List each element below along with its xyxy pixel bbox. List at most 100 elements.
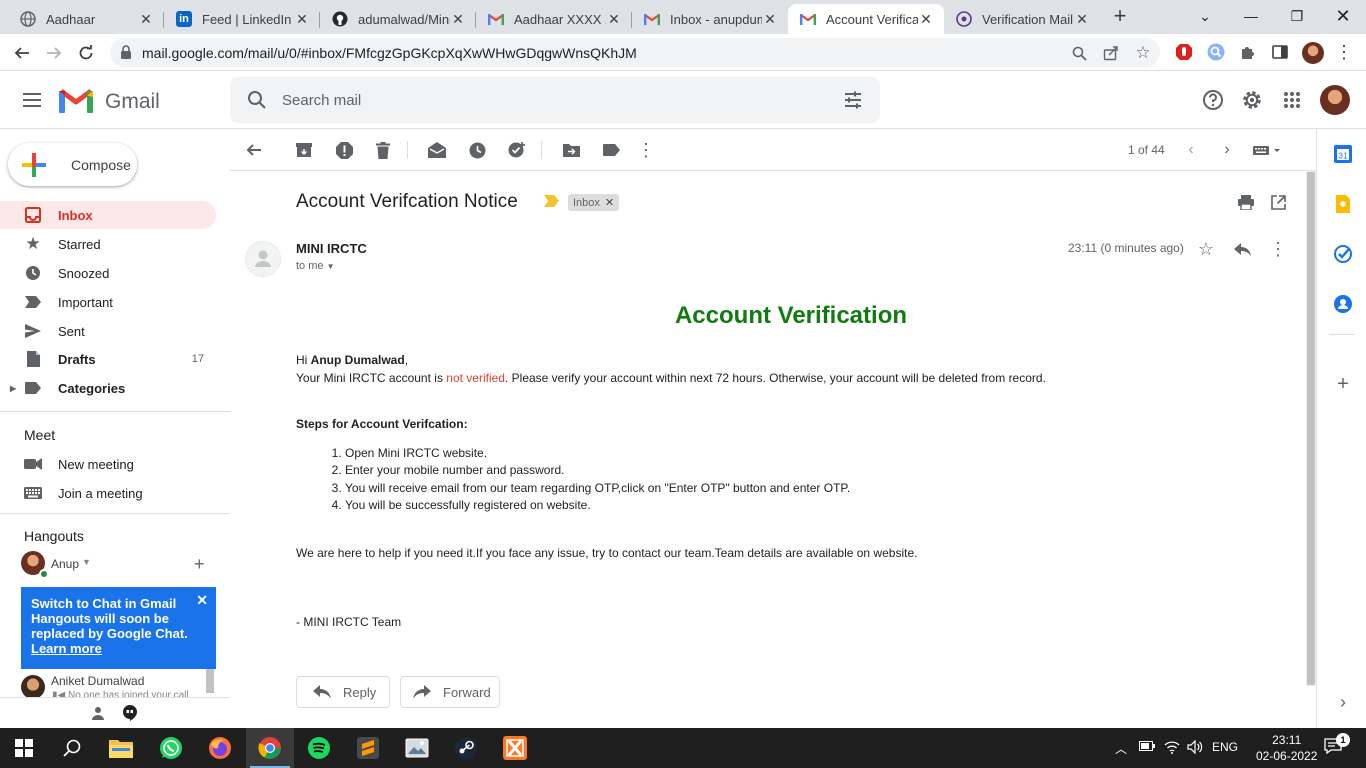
person-icon[interactable] xyxy=(91,706,105,723)
learn-more-link[interactable]: Learn more xyxy=(31,641,206,656)
omnibox[interactable]: mail.google.com/mail/u/0/#inbox/FMfcgzGp… xyxy=(110,38,1160,67)
lens-extension-icon[interactable] xyxy=(1206,42,1226,62)
more-options-icon[interactable]: ⋮ xyxy=(636,140,656,160)
forward-button[interactable] xyxy=(41,40,67,66)
tray-chevron-icon[interactable]: ︿ xyxy=(1115,740,1127,757)
mark-unread-icon[interactable] xyxy=(427,140,447,160)
nav-important[interactable]: Important xyxy=(0,288,216,316)
keep-icon[interactable] xyxy=(1333,194,1353,214)
browser-tab-linkedin[interactable]: in Feed | LinkedIn ✕ xyxy=(164,4,320,34)
delete-icon[interactable] xyxy=(373,140,393,160)
firefox-icon[interactable] xyxy=(208,736,232,760)
side-panel-icon[interactable] xyxy=(1270,42,1290,62)
close-tab-icon[interactable]: ✕ xyxy=(450,11,466,28)
search-icon[interactable] xyxy=(246,89,268,111)
apps-grid-icon[interactable] xyxy=(1280,88,1304,112)
reply-icon[interactable] xyxy=(1232,239,1252,259)
browser-tab-gmail-inbox[interactable]: Inbox - anupdum ✕ xyxy=(632,4,788,34)
spotify-icon[interactable] xyxy=(307,736,331,760)
message-more-icon[interactable]: ⋮ xyxy=(1268,239,1288,259)
open-new-window-icon[interactable] xyxy=(1268,192,1288,212)
browser-tab-github[interactable]: adumalwad/Mini ✕ xyxy=(320,4,476,34)
share-icon[interactable] xyxy=(1102,44,1120,62)
browser-tab-verification-mail[interactable]: Verification Mail ✕ xyxy=(944,4,1100,34)
contacts-icon[interactable] xyxy=(1333,294,1353,314)
extensions-puzzle-icon[interactable] xyxy=(1238,42,1258,62)
account-avatar[interactable] xyxy=(1320,85,1350,115)
input-tools-icon[interactable] xyxy=(1252,140,1282,160)
nav-categories[interactable]: ▶ Categories xyxy=(0,374,216,402)
zoom-icon[interactable] xyxy=(1070,44,1088,62)
hangouts-quote-icon[interactable] xyxy=(122,705,138,724)
report-spam-icon[interactable] xyxy=(334,140,354,160)
steam-icon[interactable] xyxy=(454,736,478,760)
nav-drafts[interactable]: Drafts 17 xyxy=(0,345,216,373)
new-tab-button[interactable]: + xyxy=(1108,5,1132,29)
sender-avatar[interactable] xyxy=(245,241,281,277)
nav-sent[interactable]: Sent xyxy=(0,317,216,345)
close-tab-icon[interactable]: ✕ xyxy=(294,11,310,28)
search-icon[interactable] xyxy=(60,736,84,760)
close-tab-icon[interactable]: ✕ xyxy=(918,11,934,28)
restore-button[interactable]: ❐ xyxy=(1274,0,1320,32)
xampp-icon[interactable] xyxy=(503,736,527,760)
remove-label-icon[interactable]: ✕ xyxy=(605,196,614,209)
back-button[interactable] xyxy=(9,40,35,66)
labels-icon[interactable] xyxy=(601,140,621,160)
chrome-menu-icon[interactable]: ⋮ xyxy=(1334,42,1354,62)
tasks-icon[interactable] xyxy=(1333,244,1353,264)
archive-icon[interactable] xyxy=(294,140,314,160)
expand-arrow-icon[interactable]: ▶ xyxy=(10,384,16,393)
older-chevron-icon[interactable]: › xyxy=(1217,140,1237,160)
move-to-icon[interactable] xyxy=(561,140,581,160)
compose-button[interactable]: Compose xyxy=(8,143,137,186)
minimize-button[interactable]: — xyxy=(1228,0,1274,32)
calendar-icon[interactable]: 31 xyxy=(1333,144,1353,164)
newer-chevron-icon[interactable]: ‹ xyxy=(1181,140,1201,160)
support-icon[interactable] xyxy=(1201,88,1225,112)
chrome-icon[interactable] xyxy=(258,736,282,760)
snooze-icon[interactable] xyxy=(467,140,487,160)
bookmark-star-icon[interactable]: ☆ xyxy=(1134,43,1152,62)
new-conversation-icon[interactable]: + xyxy=(194,554,205,575)
hangouts-scrollbar[interactable] xyxy=(206,669,214,693)
nav-inbox[interactable]: Inbox xyxy=(0,201,216,229)
language-indicator[interactable]: ENG xyxy=(1212,740,1238,754)
back-to-inbox-icon[interactable] xyxy=(244,140,264,160)
reply-button[interactable]: Reply xyxy=(296,676,390,708)
close-tab-icon[interactable]: ✕ xyxy=(762,11,778,28)
close-tab-icon[interactable]: ✕ xyxy=(606,11,622,28)
hangouts-user-name[interactable]: Anup xyxy=(51,557,79,571)
browser-tab-account-verification[interactable]: Account Verificat ✕ xyxy=(788,4,944,34)
close-tab-icon[interactable]: ✕ xyxy=(1074,11,1090,28)
battery-icon[interactable] xyxy=(1139,740,1155,754)
browser-tab-aadhaar[interactable]: Aadhaar ✕ xyxy=(8,4,164,34)
close-tab-icon[interactable]: ✕ xyxy=(138,11,154,28)
reload-button[interactable] xyxy=(73,40,99,66)
nav-starred[interactable]: ★ Starred xyxy=(0,230,216,258)
new-meeting-link[interactable]: New meeting xyxy=(0,450,216,478)
file-explorer-icon[interactable] xyxy=(109,736,133,760)
search-options-icon[interactable] xyxy=(842,89,864,111)
close-window-button[interactable]: ✕ xyxy=(1320,0,1366,32)
main-menu-icon[interactable] xyxy=(20,88,44,112)
sublime-text-icon[interactable] xyxy=(356,736,380,760)
contact-avatar[interactable] xyxy=(21,675,45,699)
whatsapp-icon[interactable] xyxy=(159,736,183,760)
sender-name[interactable]: MINI IRCTC xyxy=(296,241,367,256)
print-icon[interactable] xyxy=(1236,192,1256,212)
recipient-details[interactable]: to me ▼ xyxy=(296,260,335,272)
browser-tab-gmail-aadhaar[interactable]: Aadhaar XXXX X ✕ xyxy=(476,4,632,34)
message-scrollbar[interactable] xyxy=(1306,171,1316,686)
volume-icon[interactable] xyxy=(1187,739,1203,757)
get-addons-plus-icon[interactable]: + xyxy=(1333,373,1353,395)
nav-snoozed[interactable]: Snoozed xyxy=(0,259,216,287)
forward-button[interactable]: Forward xyxy=(400,676,500,708)
tab-search-icon[interactable]: ⌄ xyxy=(1182,0,1228,32)
star-message-icon[interactable]: ☆ xyxy=(1196,239,1216,259)
settings-gear-icon[interactable] xyxy=(1240,88,1264,112)
gmail-logo-icon[interactable] xyxy=(59,87,93,113)
photos-app-icon[interactable] xyxy=(405,736,429,760)
add-to-tasks-icon[interactable] xyxy=(507,140,527,160)
caret-down-icon[interactable]: ▼ xyxy=(82,557,91,567)
